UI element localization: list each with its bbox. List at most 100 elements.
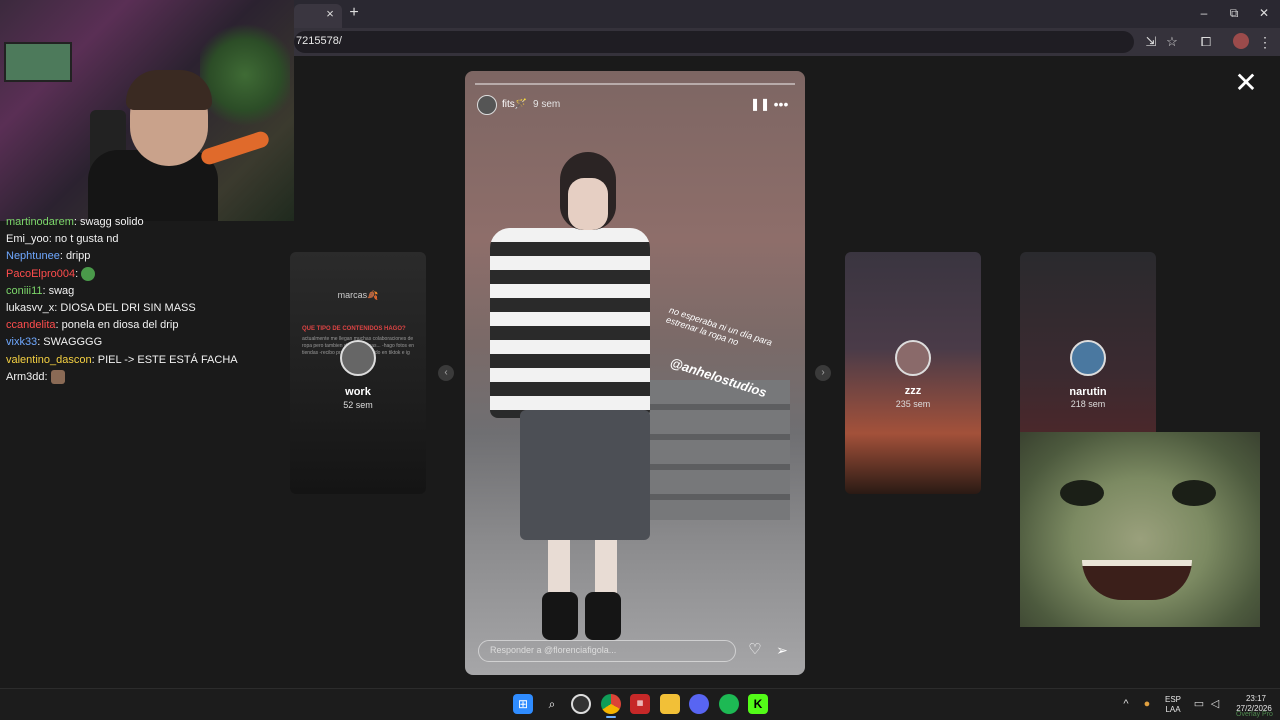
emote-icon — [81, 266, 96, 281]
star-icon[interactable]: ☆ — [1163, 33, 1181, 51]
story-card-time: 52 sem — [343, 400, 373, 410]
chat-username: Nephtunee — [6, 250, 60, 263]
chat-message: Emi_yoo: no t gusta nd — [6, 231, 296, 248]
story-time: 9 sem — [533, 99, 561, 110]
card-section-heading: QUE TIPO DE CONTENIDOS HAGO? — [302, 326, 406, 332]
chat-message: Nephtunee: dripp — [6, 248, 296, 265]
chat-text: : dripp — [59, 250, 91, 263]
chat-username: ccandelita — [6, 319, 56, 332]
story-card-time: 235 sem — [895, 399, 931, 409]
chrome-icon[interactable] — [601, 694, 621, 714]
chat-message: Arm3dd: — [6, 369, 296, 386]
next-story-arrow[interactable]: › — [815, 365, 831, 381]
avatar — [895, 340, 931, 376]
chat-username: Emi_yoo — [6, 233, 49, 246]
microphone-icon[interactable]: ● — [1140, 697, 1154, 711]
streamer-hair — [126, 70, 212, 110]
language-indicator[interactable]: ESP — [1161, 695, 1185, 704]
card-title: marcas🍂 — [337, 290, 379, 300]
story-card-name: zzz — [904, 385, 922, 397]
browser-menu-icon[interactable]: ⋮ — [1258, 33, 1272, 51]
keyboard-layout[interactable]: LAA — [1161, 705, 1185, 714]
more-options-icon[interactable]: ••• — [771, 96, 791, 112]
story-progress-bar — [475, 83, 795, 85]
chat-username: Arm3dd — [6, 370, 45, 383]
discord-icon[interactable] — [689, 694, 709, 714]
chat-text: : PIEL -> ESTE ESTÁ FACHA — [91, 353, 238, 366]
kick-icon[interactable]: K — [748, 694, 768, 714]
extensions-icon[interactable]: ⧠ — [1197, 33, 1215, 51]
chat-text: : SWAGGGG — [37, 336, 103, 349]
story-person-leg — [595, 540, 617, 595]
calendar-icon[interactable]: ▦ — [630, 694, 650, 714]
microphone — [199, 129, 271, 167]
cat-eye — [1172, 480, 1216, 506]
chat-username: PacoElpro004 — [6, 267, 76, 280]
volume-icon[interactable]: ◁ — [1208, 697, 1222, 711]
new-tab-button[interactable]: + — [346, 5, 362, 21]
story-card-name: work — [345, 386, 371, 398]
background-monitor — [4, 42, 72, 82]
install-icon[interactable]: ⇲ — [1142, 33, 1160, 51]
reply-placeholder: Responder a @florenciafigola... — [490, 645, 617, 655]
avatar — [1070, 340, 1106, 376]
chat-message: PacoElpro004: — [6, 266, 296, 283]
chat-message: lukasvv_x: DIOSA DEL DRI SIN MASS — [6, 300, 296, 317]
chat-overlay: martinodarem: swagg solido Emi_yoo: no t… — [6, 214, 296, 386]
restore-button[interactable]: ⧉ — [1226, 5, 1242, 21]
plant — [200, 20, 290, 130]
story-card-time: 218 sem — [1070, 399, 1106, 409]
story-person-shoe — [542, 592, 578, 640]
tab-close-icon[interactable]: × — [322, 6, 338, 22]
spotify-icon[interactable] — [719, 694, 739, 714]
file-explorer-icon[interactable] — [660, 694, 680, 714]
active-app-indicator — [606, 716, 616, 718]
clock-time[interactable]: 23:17 — [1236, 694, 1276, 703]
obs-icon[interactable] — [571, 694, 591, 714]
chat-username: valentino_dascon — [6, 353, 92, 366]
chat-message: martinodarem: swagg solido — [6, 214, 296, 231]
tray-chevron-icon[interactable]: ^ — [1119, 697, 1133, 711]
screen: × + – ⧉ ✕ 7215578/ ⇲ ☆ ⧠ ⋮ ✕ marcas🍂 QUE… — [0, 0, 1280, 720]
avatar[interactable] — [477, 95, 497, 115]
overlay-watermark: Overlay Pro — [1236, 711, 1273, 718]
minimize-button[interactable]: – — [1196, 5, 1212, 21]
chat-text: : ponela en diosa del drip — [55, 319, 179, 332]
chat-text: : swagg solido — [73, 216, 144, 228]
close-window-button[interactable]: ✕ — [1256, 5, 1272, 21]
chat-text: : no t gusta nd — [48, 233, 119, 246]
chat-message: coniii11: swag — [6, 283, 296, 300]
pause-icon[interactable]: ❚❚ — [750, 96, 770, 112]
chat-username: martinodarem — [6, 216, 74, 228]
avatar — [340, 340, 376, 376]
send-icon[interactable]: ➢ — [773, 641, 791, 659]
address-bar[interactable] — [294, 31, 1134, 53]
webcam-overlay — [0, 0, 294, 221]
story-person-face — [568, 178, 608, 230]
chat-text: : DIOSA DEL DRI SIN MASS — [54, 301, 196, 314]
prev-story-arrow[interactable]: ‹ — [438, 365, 454, 381]
story-person-leg — [548, 540, 570, 595]
profile-avatar[interactable] — [1233, 33, 1249, 49]
windows-start-icon[interactable]: ⊞ — [513, 694, 533, 714]
chat-message: valentino_dascon: PIEL -> ESTE ESTÁ FACH… — [6, 352, 296, 369]
story-stairs — [640, 380, 790, 520]
emote-icon — [50, 369, 65, 384]
network-icon[interactable]: ▭ — [1192, 697, 1206, 711]
chat-username: coniii11 — [6, 284, 43, 297]
chat-text: : — [44, 370, 51, 383]
cat-eye — [1060, 480, 1104, 506]
chat-message: ccandelita: ponela en diosa del drip — [6, 317, 296, 334]
story-person-shirt — [490, 228, 650, 418]
url-text[interactable]: 7215578/ — [296, 35, 342, 47]
chat-text: : swag — [42, 284, 75, 297]
chat-message: vixk33: SWAGGGG — [6, 334, 296, 351]
search-icon[interactable]: ⌕ — [542, 694, 562, 714]
story-person-shorts — [520, 410, 650, 540]
story-person-shoe — [585, 592, 621, 640]
close-story-icon[interactable]: ✕ — [1233, 69, 1259, 97]
story-username[interactable]: fits🪄 — [502, 99, 527, 110]
chat-username: lukasvv_x — [6, 301, 55, 314]
heart-icon[interactable]: ♡ — [746, 641, 764, 659]
story-card-name: narutin — [1069, 386, 1107, 398]
